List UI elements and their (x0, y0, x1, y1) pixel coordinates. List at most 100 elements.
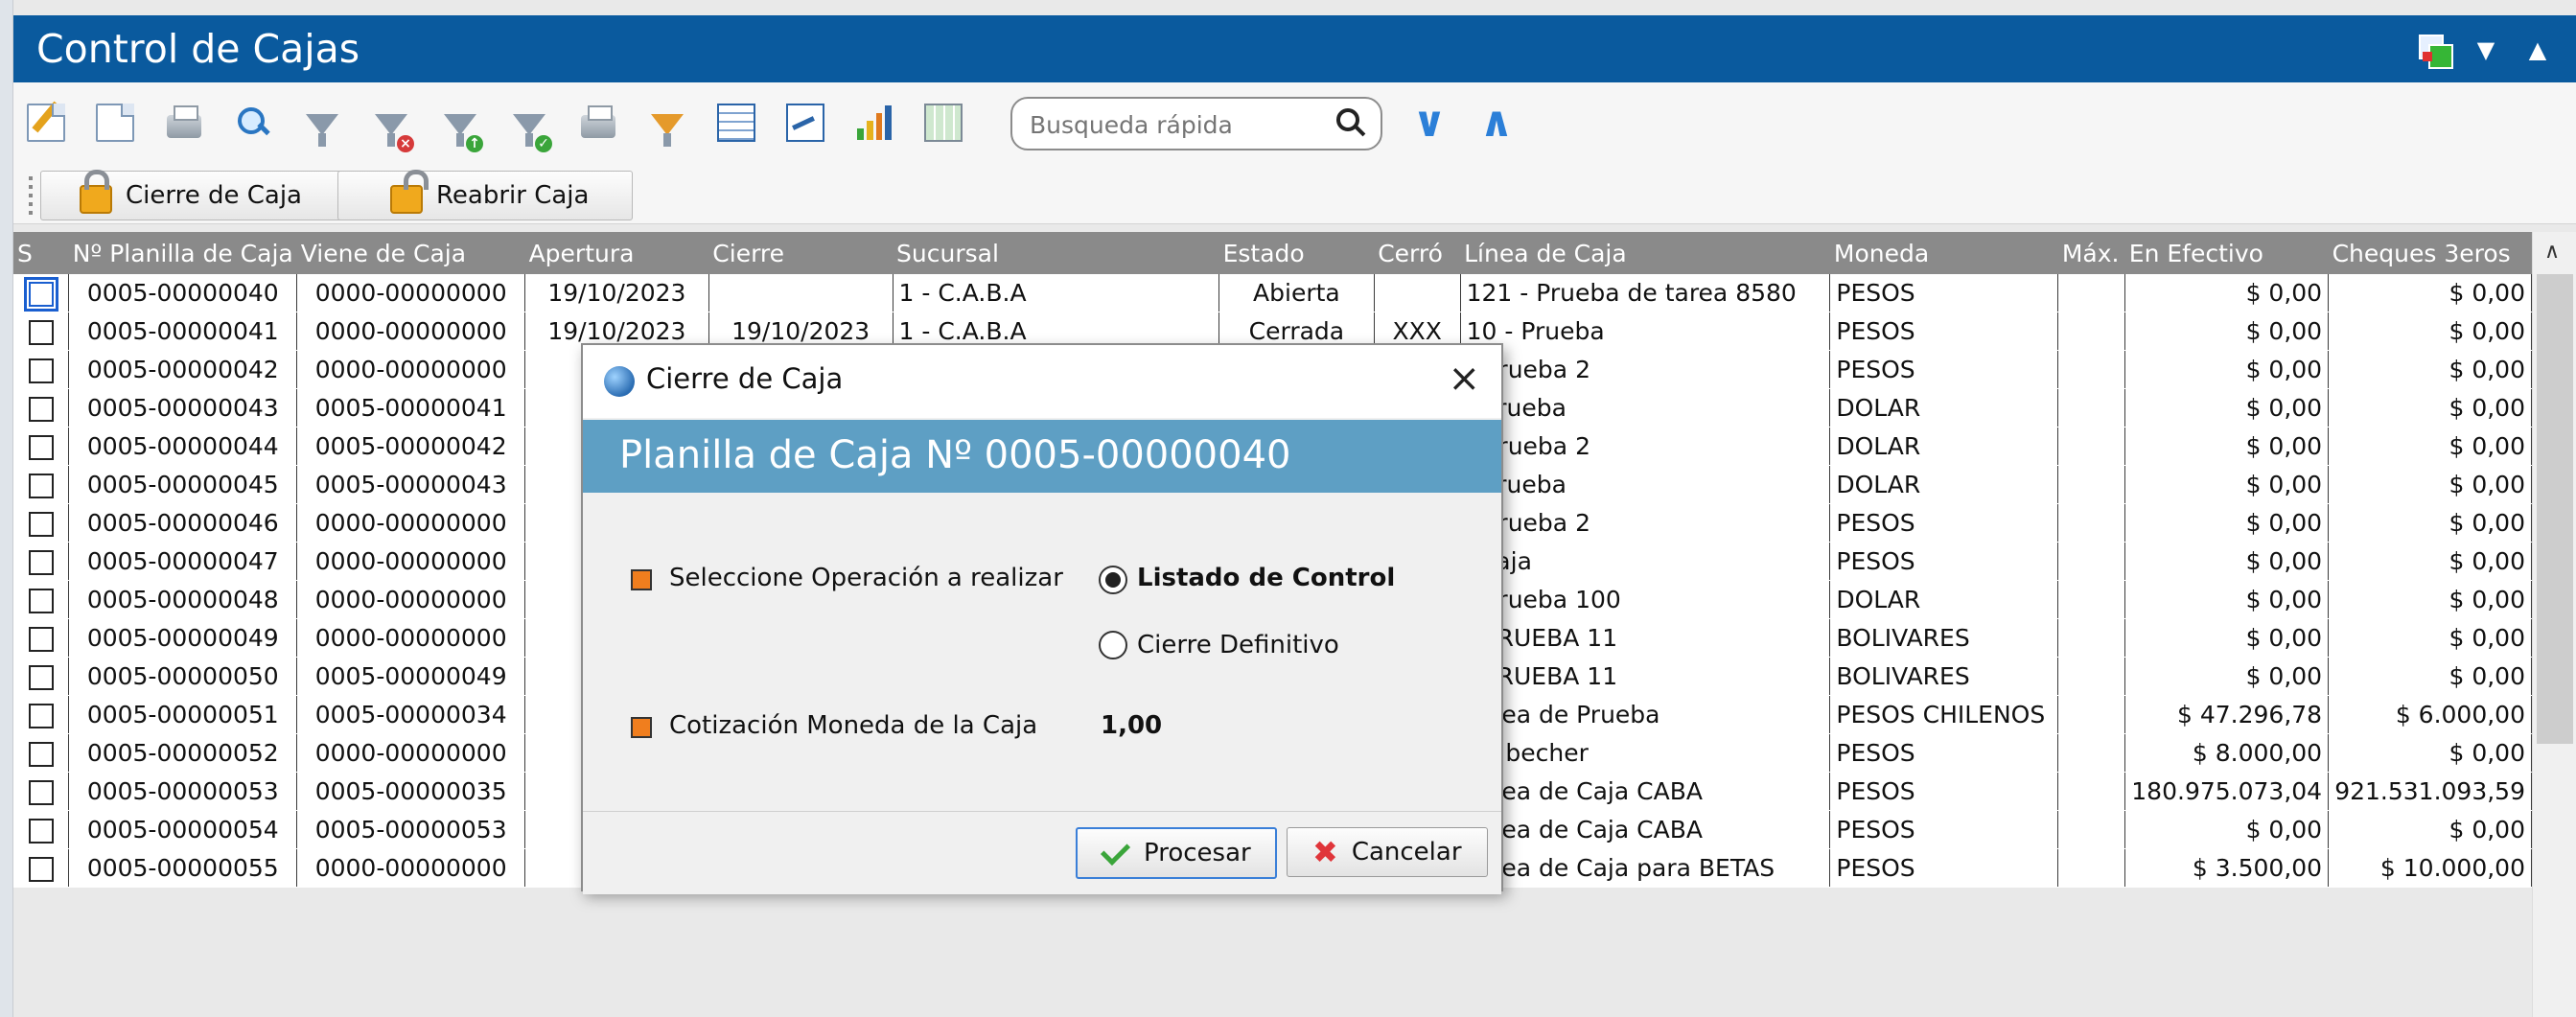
row-checkbox[interactable] (28, 435, 54, 460)
row-checkbox[interactable] (28, 589, 54, 613)
cell-cheques: $ 0,00 (2328, 312, 2532, 351)
cell-cierre (708, 274, 893, 312)
columns-button[interactable] (713, 100, 759, 146)
col-header[interactable]: Máx. (2057, 232, 2125, 274)
cell-viene: 0000-00000000 (296, 274, 526, 312)
row-select-cell[interactable] (13, 427, 70, 466)
dialog-footer: Procesar ✖ Cancelar (583, 811, 1501, 894)
row-checkbox[interactable] (28, 742, 54, 767)
cell-efectivo: $ 0,00 (2124, 350, 2330, 389)
close-box-button[interactable]: Cierre de Caja (40, 170, 349, 220)
excel-button[interactable] (920, 100, 966, 146)
search-icon[interactable] (1336, 108, 1363, 135)
search-input[interactable] (1028, 108, 1319, 141)
close-icon[interactable]: × (1448, 357, 1480, 401)
cell-estado: Abierta (1218, 274, 1375, 312)
cancel-x-icon: ✖ (1312, 834, 1338, 870)
filter-apply-button[interactable]: ✓ (506, 100, 552, 152)
row-checkbox[interactable] (23, 277, 58, 312)
table-row[interactable]: 0005-00000040 0000-00000000 19/10/2023 1 - … (13, 274, 2532, 312)
toolbar-grip[interactable] (29, 176, 33, 215)
export-icon (581, 105, 615, 138)
row-select-cell[interactable] (13, 618, 70, 658)
windows-icon[interactable] (2417, 33, 2453, 69)
row-checkbox[interactable] (28, 665, 54, 690)
row-select-cell[interactable] (13, 465, 70, 504)
row-checkbox[interactable] (28, 397, 54, 422)
cell-planilla: 0005-00000048 (68, 580, 298, 619)
filter-button[interactable] (299, 100, 345, 147)
find-button[interactable] (230, 100, 276, 146)
cell-viene: 0000-00000000 (296, 618, 526, 658)
vertical-scrollbar[interactable]: ∧ (2532, 232, 2576, 1017)
col-header[interactable]: Viene de Caja (296, 232, 525, 274)
window-titlebar: Control de Cajas ▼ ▲ (13, 15, 2576, 82)
chevron-up-icon[interactable]: ∧ (1473, 96, 1520, 150)
edit-button[interactable] (23, 100, 69, 146)
scroll-up-icon[interactable]: ∧ (2544, 240, 2560, 264)
row-checkbox[interactable] (28, 320, 54, 345)
cell-planilla: 0005-00000043 (68, 388, 298, 428)
row-checkbox[interactable] (28, 627, 54, 652)
col-header[interactable]: Línea de Caja (1460, 232, 1830, 274)
arrow-up-icon[interactable]: ▲ (2520, 33, 2555, 67)
row-select-cell[interactable] (13, 580, 70, 619)
new-button[interactable] (92, 100, 138, 146)
col-header[interactable]: Cheques 3eros (2328, 232, 2532, 274)
quick-search[interactable] (1010, 97, 1382, 150)
radio-listado[interactable] (1099, 566, 1127, 594)
col-header[interactable]: Apertura (524, 232, 709, 274)
cell-planilla: 0005-00000055 (68, 848, 298, 888)
col-header[interactable]: Sucursal (893, 232, 1219, 274)
row-checkbox[interactable] (28, 550, 54, 575)
print-button[interactable] (161, 100, 207, 146)
row-select-cell[interactable] (13, 274, 70, 312)
col-header[interactable]: S (13, 232, 69, 274)
row-select-cell[interactable] (13, 542, 70, 581)
col-header[interactable]: Cierre (708, 232, 893, 274)
cancel-button[interactable]: ✖ Cancelar (1287, 827, 1488, 877)
scroll-thumb[interactable] (2537, 274, 2573, 744)
cell-sucursal: 1 - C.A.B.A (893, 274, 1220, 312)
process-button[interactable]: Procesar (1076, 827, 1277, 879)
row-checkbox[interactable] (28, 358, 54, 383)
row-checkbox[interactable] (28, 819, 54, 844)
export-button[interactable] (575, 100, 621, 146)
cell-efectivo: $ 47.296,78 (2124, 695, 2330, 734)
chart-button[interactable] (851, 100, 897, 146)
chevron-down-icon[interactable]: ∨ (1405, 96, 1453, 150)
row-checkbox[interactable] (28, 474, 54, 498)
col-header[interactable]: Estado (1218, 232, 1375, 274)
cell-max (2057, 274, 2126, 312)
row-checkbox[interactable] (28, 512, 54, 537)
row-select-cell[interactable] (13, 810, 70, 849)
row-checkbox[interactable] (28, 857, 54, 882)
filter-up-button[interactable]: ↑ (437, 100, 483, 152)
cell-cheques: $ 0,00 (2328, 427, 2532, 466)
reopen-box-button[interactable]: Reabrir Caja (337, 170, 633, 220)
row-checkbox[interactable] (28, 780, 54, 805)
card-button[interactable] (782, 100, 828, 146)
row-select-cell[interactable] (13, 388, 70, 428)
row-select-cell[interactable] (13, 350, 70, 389)
row-select-cell[interactable] (13, 695, 70, 734)
cell-efectivo: $ 0,00 (2124, 657, 2330, 696)
row-select-cell[interactable] (13, 503, 70, 543)
col-header[interactable]: Cerró (1374, 232, 1461, 274)
row-checkbox[interactable] (28, 704, 54, 728)
row-select-cell[interactable] (13, 312, 70, 351)
remove-filter-button[interactable]: × (368, 100, 414, 152)
col-header[interactable]: Moneda (1829, 232, 2058, 274)
col-header[interactable]: En Efectivo (2124, 232, 2329, 274)
col-header[interactable]: Nº Planilla de Caja (68, 232, 297, 274)
arrow-down-icon[interactable]: ▼ (2469, 33, 2503, 67)
filter-options-button[interactable] (644, 100, 690, 147)
cell-efectivo: $ 0,00 (2124, 542, 2330, 581)
row-select-cell[interactable] (13, 657, 70, 696)
radio-listado-label[interactable]: Listado de Control (1137, 564, 1395, 592)
row-select-cell[interactable] (13, 772, 70, 811)
row-select-cell[interactable] (13, 733, 70, 773)
row-select-cell[interactable] (13, 848, 70, 888)
radio-cierre-definitivo[interactable] (1099, 631, 1127, 659)
radio-cierre-label[interactable]: Cierre Definitivo (1137, 631, 1339, 659)
